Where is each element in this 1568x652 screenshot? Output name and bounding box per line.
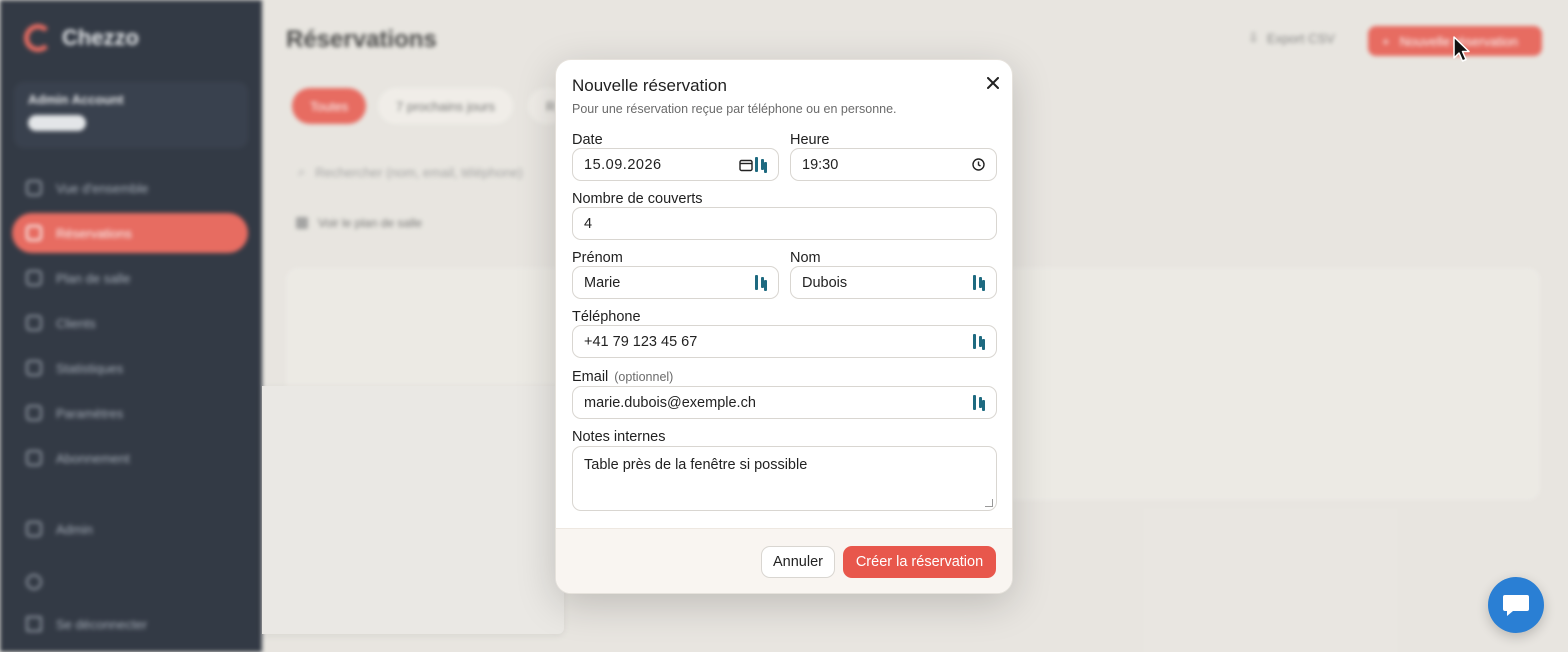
phone-label: Téléphone <box>572 309 641 325</box>
covers-label: Nombre de couverts <box>572 191 703 207</box>
calendar-icon[interactable] <box>739 158 753 172</box>
phone-value: +41 79 123 45 67 <box>584 333 698 350</box>
covers-field[interactable]: 4 <box>572 207 997 240</box>
resize-handle-icon[interactable] <box>985 499 993 507</box>
time-value: 19:30 <box>802 156 839 173</box>
email-optional-hint: (optionnel) <box>614 370 674 384</box>
mouse-cursor-icon <box>1453 36 1470 62</box>
date-value: 15.09.2026 <box>584 156 662 173</box>
chat-button[interactable] <box>1488 577 1544 633</box>
date-field[interactable]: 15.09.2026 <box>572 148 779 181</box>
dialog-title: Nouvelle réservation <box>572 76 727 95</box>
date-label: Date <box>572 132 603 148</box>
close-button[interactable] <box>982 72 1004 94</box>
notes-textarea[interactable]: Table près de la fenêtre si possible <box>572 446 997 511</box>
password-manager-icon[interactable] <box>973 334 985 349</box>
create-reservation-button[interactable]: Créer la réservation <box>843 546 996 578</box>
lastname-label: Nom <box>790 250 821 266</box>
email-label-text: Email <box>572 369 609 385</box>
chat-icon <box>1503 595 1529 616</box>
dialog-subtitle: Pour une réservation reçue par téléphone… <box>572 102 897 116</box>
close-icon <box>987 77 999 89</box>
phone-field[interactable]: +41 79 123 45 67 <box>572 325 997 358</box>
email-field[interactable]: marie.dubois@exemple.ch <box>572 386 997 419</box>
new-reservation-dialog: Nouvelle réservation Pour une réservatio… <box>555 59 1013 594</box>
firstname-field[interactable]: Marie <box>572 266 779 299</box>
password-manager-icon[interactable] <box>755 157 767 172</box>
covers-value: 4 <box>584 215 593 232</box>
time-label: Heure <box>790 132 830 148</box>
lastname-field[interactable]: Dubois <box>790 266 997 299</box>
password-manager-icon[interactable] <box>973 395 985 410</box>
firstname-label: Prénom <box>572 250 623 266</box>
lastname-value: Dubois <box>802 274 848 291</box>
email-label: Email (optionnel) <box>572 369 673 385</box>
notes-value: Table près de la fenêtre si possible <box>584 457 808 473</box>
firstname-value: Marie <box>584 274 621 291</box>
clock-icon[interactable] <box>971 158 985 172</box>
cancel-button[interactable]: Annuler <box>761 546 835 578</box>
email-value: marie.dubois@exemple.ch <box>584 394 756 411</box>
password-manager-icon[interactable] <box>973 275 985 290</box>
notes-label: Notes internes <box>572 429 666 445</box>
password-manager-icon[interactable] <box>755 275 767 290</box>
time-field[interactable]: 19:30 <box>790 148 997 181</box>
dialog-footer: Annuler Créer la réservation <box>556 528 1012 593</box>
